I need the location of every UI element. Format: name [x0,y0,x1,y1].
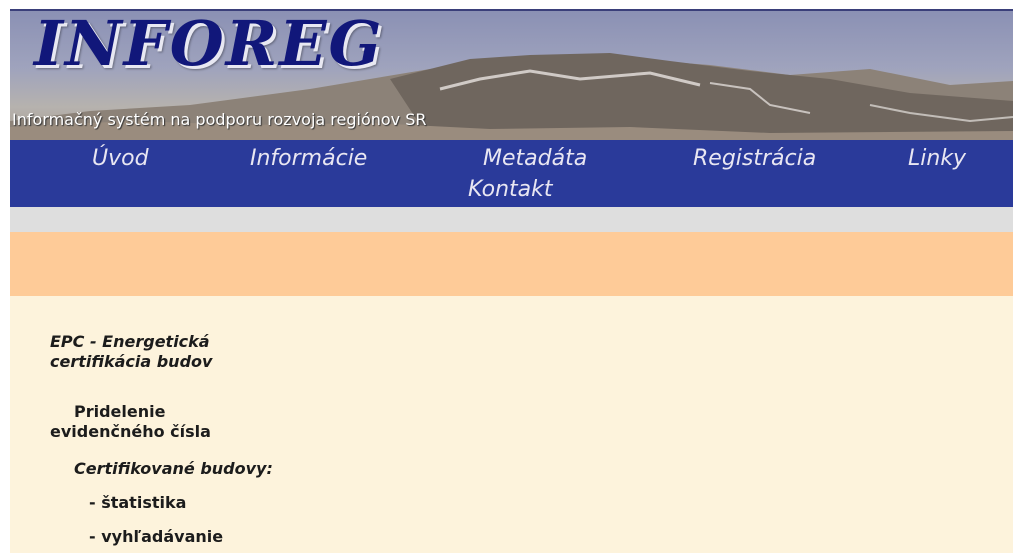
site-subtitle: Informačný systém na podporu rozvoja reg… [12,110,427,129]
assign-number-link[interactable]: Pridelenie evidenčného čísla [50,402,211,442]
assign-number-line2: evidenčného čísla [50,422,211,441]
epc-link-line2: certifikácia budov [50,352,213,371]
epc-link[interactable]: EPC - Energetická certifikácia budov [50,332,212,372]
peach-header-band [10,232,1013,296]
nav-link-registracia[interactable]: Registrácia [693,146,816,171]
epc-link-line1: EPC - Energetická [50,332,210,351]
assign-number-line1: Pridelenie [74,402,166,421]
nav-link-kontakt[interactable]: Kontakt [468,177,553,202]
nav-link-uvod[interactable]: Úvod [92,146,149,171]
nav-link-metadata[interactable]: Metadáta [483,146,587,171]
stats-link[interactable]: - štatistika [89,493,186,513]
nav-link-linky[interactable]: Linky [908,146,966,171]
gray-separator-band [10,207,1013,232]
site-logo-title: INFOREG [34,9,384,80]
main-navigation: Úvod Informácie Metadáta Registrácia Lin… [10,140,1013,207]
nav-link-informacie[interactable]: Informácie [250,146,367,171]
certified-buildings-heading: Certifikované budovy: [74,459,273,478]
search-link[interactable]: - vyhľadávanie [89,527,223,547]
header-banner: INFOREG Informačný systém na podporu roz… [10,9,1013,140]
